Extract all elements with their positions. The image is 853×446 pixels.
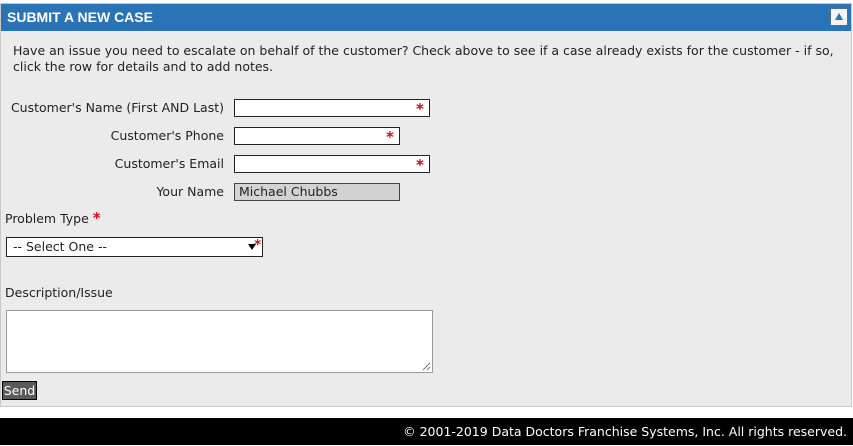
footer: © 2001-2019 Data Doctors Franchise Syste…: [0, 418, 853, 445]
customer-email-required-icon: *: [416, 156, 424, 174]
customer-email-label: Customer's Email: [114, 156, 224, 171]
customer-phone-input[interactable]: [234, 127, 400, 145]
customer-name-label: Customer's Name (First AND Last): [10, 100, 224, 115]
send-button[interactable]: Send: [2, 381, 37, 400]
customer-phone-label: Customer's Phone: [110, 128, 224, 143]
problem-type-label-row: Problem Type *: [5, 209, 101, 228]
customer-phone-required-icon: *: [386, 128, 394, 146]
customer-email-input[interactable]: [234, 155, 430, 173]
customer-name-input[interactable]: [234, 99, 430, 117]
your-name-field: Michael Chubbs: [234, 183, 400, 201]
customer-name-required-icon: *: [416, 100, 424, 118]
problem-type-required-icon: *: [92, 209, 101, 227]
intro-text: Have an issue you need to escalate on be…: [13, 43, 834, 74]
copyright-text: © 2001-2019 Data Doctors Franchise Syste…: [403, 424, 847, 439]
resize-grip-icon[interactable]: [422, 362, 431, 371]
triangle-up-icon: [835, 13, 843, 20]
submit-case-panel: SUBMIT A NEW CASE Have an issue you need…: [0, 3, 852, 407]
your-name-label: Your Name: [156, 184, 224, 199]
problem-type-selected: -- Select One --: [13, 239, 107, 254]
problem-type-select[interactable]: -- Select One -- *: [6, 237, 263, 257]
panel-header: SUBMIT A NEW CASE: [1, 4, 851, 31]
description-label: Description/Issue: [5, 285, 113, 300]
panel-title: SUBMIT A NEW CASE: [7, 9, 153, 25]
problem-type-select-required-icon: *: [254, 238, 261, 253]
collapse-button[interactable]: [830, 8, 848, 26]
description-textarea[interactable]: [6, 310, 433, 373]
problem-type-label: Problem Type: [5, 211, 89, 226]
